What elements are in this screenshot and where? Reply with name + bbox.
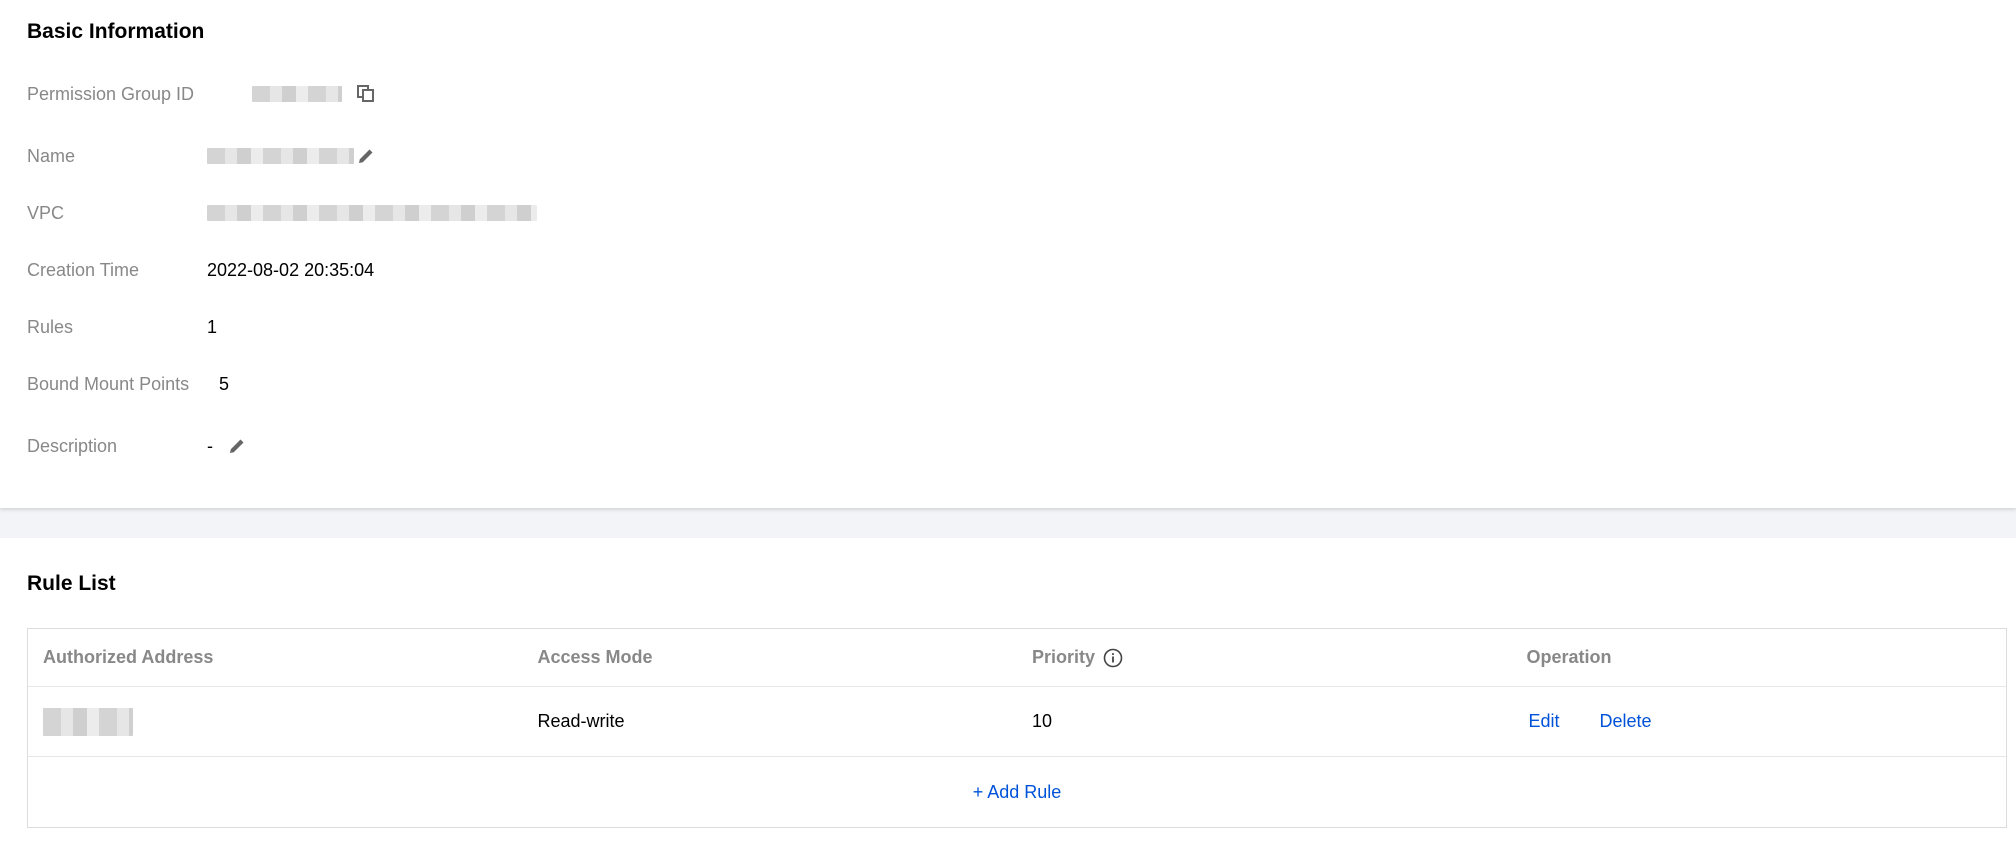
vpc-value [207,205,537,221]
creation-time-row: Creation Time 2022-08-02 20:35:04 [27,255,374,285]
priority-cell: 10 [1032,711,1053,731]
redacted-vpc [207,205,537,221]
permission-group-id-row: Permission Group ID [27,79,376,109]
name-label: Name [27,145,76,166]
creation-time-label: Creation Time [27,259,140,280]
bound-mount-points-label: Bound Mount Points [27,373,190,394]
description-row: Description - [27,431,247,461]
creation-time-value: 2022-08-02 20:35:04 [207,259,375,280]
redacted-id [252,86,342,102]
rules-value: 1 [207,316,218,337]
name-row: Name [27,141,376,171]
add-rule-button[interactable]: + Add Rule [973,782,1062,803]
copy-icon[interactable] [356,84,376,104]
basic-information-panel: Basic Information Permission Group ID Na… [0,0,2016,508]
permission-group-id-value [207,84,376,104]
rule-list-panel: Rule List Authorized Address Access Mode… [0,538,2016,848]
column-priority: Priority [1017,647,1512,668]
redacted-name [207,148,354,164]
pencil-icon[interactable] [227,436,247,456]
description-text: - [207,435,213,456]
access-mode-cell: Read-write [537,711,625,731]
bound-mount-points-row: Bound Mount Points 5 [27,369,229,399]
column-operation: Operation [1526,647,1612,667]
operation-cell: Edit Delete [1512,711,2007,732]
column-authorized-address: Authorized Address [43,647,214,667]
redacted-address [43,707,133,736]
delete-link[interactable]: Delete [1600,711,1652,732]
bound-mount-points-value: 5 [219,373,230,394]
column-access-mode: Access Mode [537,647,653,667]
vpc-row: VPC [27,198,537,228]
rule-list-title: Rule List [27,572,116,595]
vpc-label: VPC [27,202,65,223]
edit-link[interactable]: Edit [1529,711,1560,732]
permission-group-id-label: Permission Group ID [27,83,195,104]
table-row: Read-write 10 Edit Delete [28,687,2006,757]
authorized-address-cell [28,707,523,736]
description-value: - [207,436,247,457]
rules-label: Rules [27,316,74,337]
pencil-icon[interactable] [356,146,376,166]
column-priority-label: Priority [1032,647,1096,667]
add-rule-row: + Add Rule [28,757,2006,827]
info-icon[interactable] [1103,648,1123,668]
basic-information-title: Basic Information [27,20,205,43]
rule-table: Authorized Address Access Mode Priority … [27,628,2007,828]
rules-row: Rules 1 [27,312,217,342]
table-header: Authorized Address Access Mode Priority … [28,629,2006,687]
name-value [207,146,376,166]
description-label: Description [27,435,118,456]
